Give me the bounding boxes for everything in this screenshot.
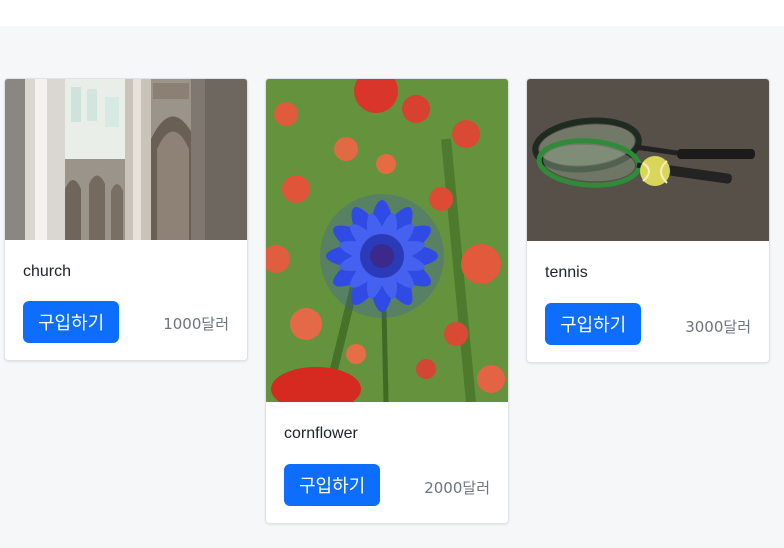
buy-button[interactable]: 구입하기 (23, 301, 120, 343)
product-card: church 구입하기 1000달러 (4, 78, 248, 361)
product-price: 3000달러 (685, 318, 751, 336)
church-interior-image (5, 79, 247, 240)
product-title: cornflower (284, 425, 358, 442)
product-card: tennis 구입하기 3000달러 (526, 78, 770, 363)
product-price: 1000달러 (163, 315, 229, 333)
top-bar (0, 0, 784, 26)
cornflower-image (266, 79, 508, 402)
buy-button[interactable]: 구입하기 (284, 464, 381, 506)
product-card: cornflower 구입하기 2000달러 (265, 78, 509, 524)
tennis-racket-image (527, 79, 769, 241)
product-price: 2000달러 (424, 479, 490, 497)
product-title: tennis (545, 264, 588, 281)
product-title: church (23, 263, 72, 280)
buy-button[interactable]: 구입하기 (545, 303, 642, 345)
